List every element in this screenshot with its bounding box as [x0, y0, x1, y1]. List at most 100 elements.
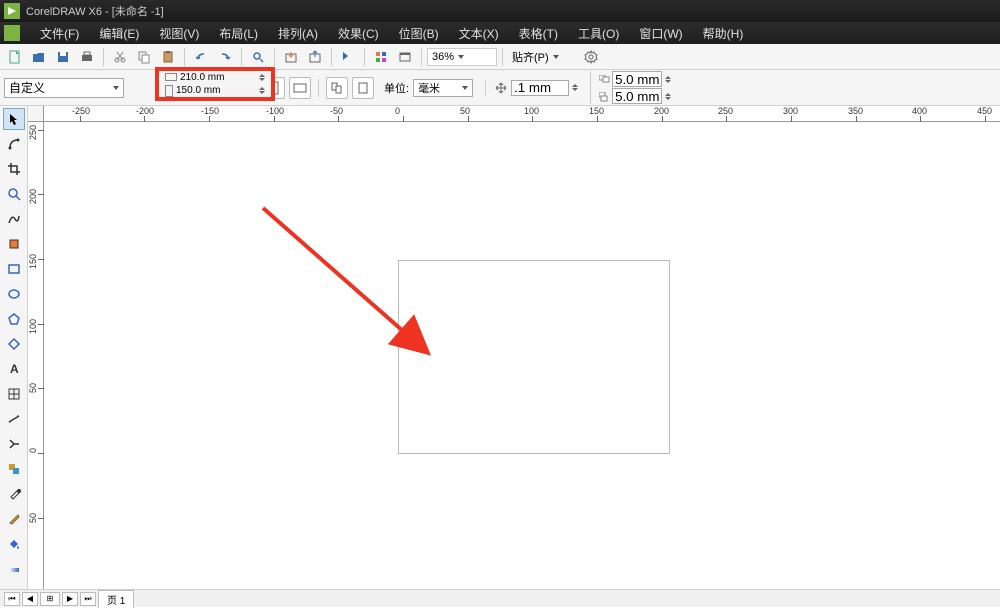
page-navigator: ⏮ ◀ ⊞ ▶ ⏭ 页 1	[4, 590, 134, 608]
dup-y-icon	[599, 92, 609, 100]
dup-x-icon	[599, 75, 609, 83]
separator	[184, 48, 185, 66]
landscape-button[interactable]	[289, 77, 311, 99]
add-page-button[interactable]: ⊞	[40, 592, 60, 606]
menu-edit[interactable]: 编辑(E)	[89, 25, 149, 42]
pick-tool[interactable]	[3, 108, 25, 130]
text-tool[interactable]: A	[3, 358, 25, 380]
separator	[364, 48, 365, 66]
menu-text[interactable]: 文本(X)	[449, 25, 509, 42]
import-button[interactable]	[280, 47, 302, 67]
current-page-button[interactable]	[352, 77, 374, 99]
dup-y-input[interactable]	[612, 88, 662, 104]
dropdown-arrow-icon	[458, 55, 464, 59]
shape-tool[interactable]	[3, 133, 25, 155]
page-height-input[interactable]: 150.0 mm	[176, 85, 232, 96]
menu-table[interactable]: 表格(T)	[509, 25, 568, 42]
fill-tool[interactable]	[3, 533, 25, 555]
eyedropper-tool[interactable]	[3, 483, 25, 505]
width-spinner[interactable]	[259, 74, 265, 81]
menu-layout[interactable]: 布局(L)	[209, 25, 268, 42]
app-logo-icon	[4, 3, 20, 19]
freehand-tool[interactable]	[3, 208, 25, 230]
menu-window[interactable]: 窗口(W)	[629, 25, 692, 42]
dup-x-spinner[interactable]	[665, 76, 671, 83]
basic-shapes-tool[interactable]	[3, 333, 25, 355]
snap-dropdown[interactable]: 贴齐(P)	[508, 48, 578, 66]
save-button[interactable]	[52, 47, 74, 67]
horizontal-ruler[interactable]: -250-200-150-100-50050100150200250300350…	[44, 106, 1000, 122]
menu-effects[interactable]: 效果(C)	[328, 25, 389, 42]
dup-y-spinner[interactable]	[665, 93, 671, 100]
options-button[interactable]	[580, 47, 602, 67]
dropdown-arrow-icon	[553, 55, 559, 59]
new-button[interactable]	[4, 47, 26, 67]
redo-button[interactable]	[214, 47, 236, 67]
last-page-button[interactable]: ⏭	[80, 592, 96, 606]
nudge-icon	[494, 81, 508, 95]
polygon-tool[interactable]	[3, 308, 25, 330]
paste-button[interactable]	[157, 47, 179, 67]
svg-text:A: A	[10, 362, 19, 376]
unit-label: 单位:	[384, 80, 409, 96]
interactive-tool[interactable]	[3, 458, 25, 480]
dup-x-input[interactable]	[612, 71, 662, 87]
rectangle-tool[interactable]	[3, 258, 25, 280]
cut-button[interactable]	[109, 47, 131, 67]
next-page-button[interactable]: ▶	[62, 592, 78, 606]
menu-logo-icon	[4, 25, 20, 41]
ruler-corner[interactable]	[28, 106, 44, 122]
page-dimensions-highlight: 210.0 mm 150.0 mm	[155, 67, 275, 101]
separator	[274, 48, 275, 66]
canvas-area: -250-200-150-100-50050100150200250300350…	[28, 106, 1000, 589]
app-launcher-button[interactable]	[370, 47, 392, 67]
crop-tool[interactable]	[3, 158, 25, 180]
prev-page-button[interactable]: ◀	[22, 592, 38, 606]
unit-dropdown[interactable]: 毫米	[413, 79, 473, 97]
nudge-input[interactable]	[511, 80, 569, 96]
page-width-input[interactable]: 210.0 mm	[180, 72, 236, 83]
unit-value: 毫米	[418, 80, 440, 96]
zoom-dropdown[interactable]: 36%	[427, 48, 497, 66]
menu-file[interactable]: 文件(F)	[30, 25, 89, 42]
export-button[interactable]	[304, 47, 326, 67]
zoom-tool[interactable]	[3, 183, 25, 205]
drawing-page[interactable]	[398, 260, 670, 454]
publish-button[interactable]	[337, 47, 359, 67]
width-icon	[165, 73, 177, 81]
menu-help[interactable]: 帮助(H)	[693, 25, 754, 42]
smart-fill-tool[interactable]	[3, 233, 25, 255]
canvas[interactable]	[44, 122, 1000, 589]
welcome-button[interactable]	[394, 47, 416, 67]
toolbox: A	[0, 106, 28, 589]
height-spinner[interactable]	[259, 87, 265, 94]
open-button[interactable]	[28, 47, 50, 67]
window-title: CorelDRAW X6 - [未命名 -1]	[26, 3, 164, 19]
menu-tools[interactable]: 工具(O)	[568, 25, 629, 42]
dimension-tool[interactable]	[3, 408, 25, 430]
nudge-spinner[interactable]	[572, 84, 578, 91]
page-preset-dropdown[interactable]: 自定义	[4, 78, 124, 98]
menu-arrange[interactable]: 排列(A)	[268, 25, 328, 42]
first-page-button[interactable]: ⏮	[4, 592, 20, 606]
outline-tool[interactable]	[3, 508, 25, 530]
page-tab[interactable]: 页 1	[98, 590, 134, 608]
copy-button[interactable]	[133, 47, 155, 67]
vertical-ruler[interactable]: 25020015010050050	[28, 122, 44, 589]
menu-view[interactable]: 视图(V)	[149, 25, 209, 42]
menu-bitmap[interactable]: 位图(B)	[389, 25, 449, 42]
separator	[421, 48, 422, 66]
ellipse-tool[interactable]	[3, 283, 25, 305]
print-button[interactable]	[76, 47, 98, 67]
undo-button[interactable]	[190, 47, 212, 67]
preset-value: 自定义	[9, 79, 45, 96]
menubar: 文件(F) 编辑(E) 视图(V) 布局(L) 排列(A) 效果(C) 位图(B…	[0, 22, 1000, 44]
dropdown-arrow-icon	[462, 86, 468, 90]
interactive-fill-tool[interactable]	[3, 558, 25, 580]
all-pages-button[interactable]	[326, 77, 348, 99]
statusbar: ⏮ ◀ ⊞ ▶ ⏭ 页 1	[0, 589, 1000, 607]
connector-tool[interactable]	[3, 433, 25, 455]
separator	[241, 48, 242, 66]
search-button[interactable]	[247, 47, 269, 67]
table-tool[interactable]	[3, 383, 25, 405]
